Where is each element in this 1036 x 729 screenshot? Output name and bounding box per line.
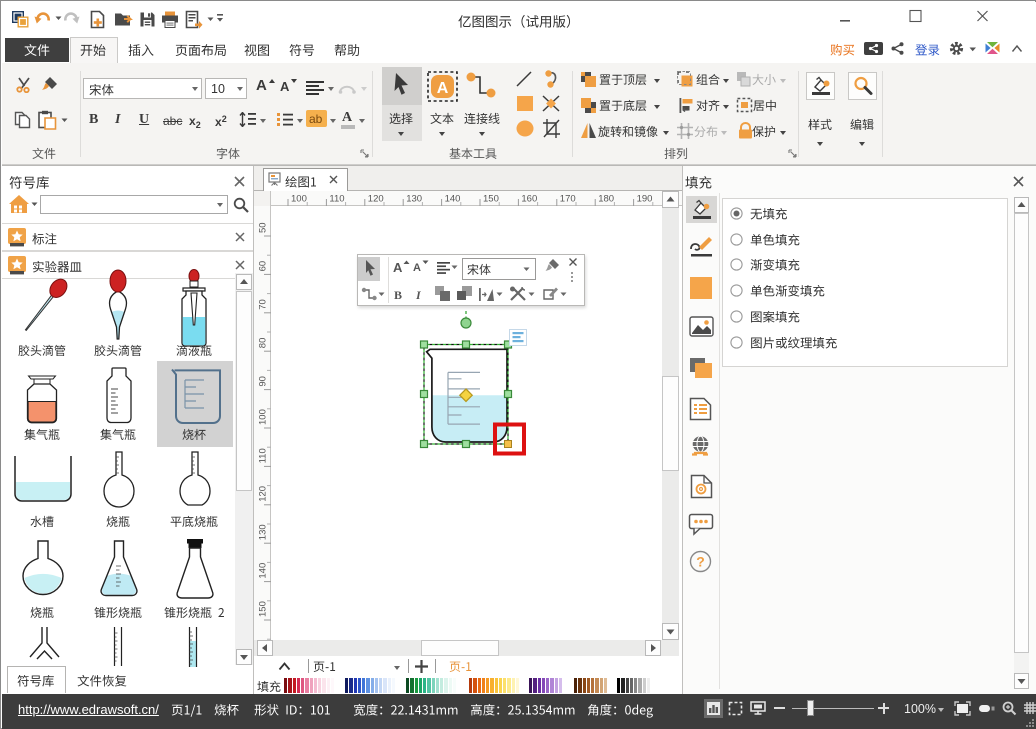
svg-text:120: 120 [258,486,269,502]
svg-text:160: 160 [521,194,537,205]
svg-text:100: 100 [258,409,269,425]
svg-text:60: 60 [258,261,269,272]
svg-text:70: 70 [258,299,269,310]
svg-text:120: 120 [368,194,384,205]
svg-text:190: 190 [637,194,653,205]
svg-text:140: 140 [258,563,269,579]
svg-text:100: 100 [291,194,307,205]
svg-text:180: 180 [598,194,614,205]
svg-text:150: 150 [258,601,269,617]
svg-text:130: 130 [258,524,269,540]
svg-text:130: 130 [406,194,422,205]
svg-text:80: 80 [258,338,269,349]
svg-text:150: 150 [483,194,499,205]
svg-text:170: 170 [560,194,576,205]
svg-text:110: 110 [329,194,344,205]
svg-text:50: 50 [258,222,269,233]
svg-text:A: A [437,80,449,97]
svg-text:90: 90 [258,376,269,387]
svg-text:110: 110 [258,448,269,463]
svg-text:140: 140 [445,194,461,205]
svg-text:?: ? [696,554,705,570]
